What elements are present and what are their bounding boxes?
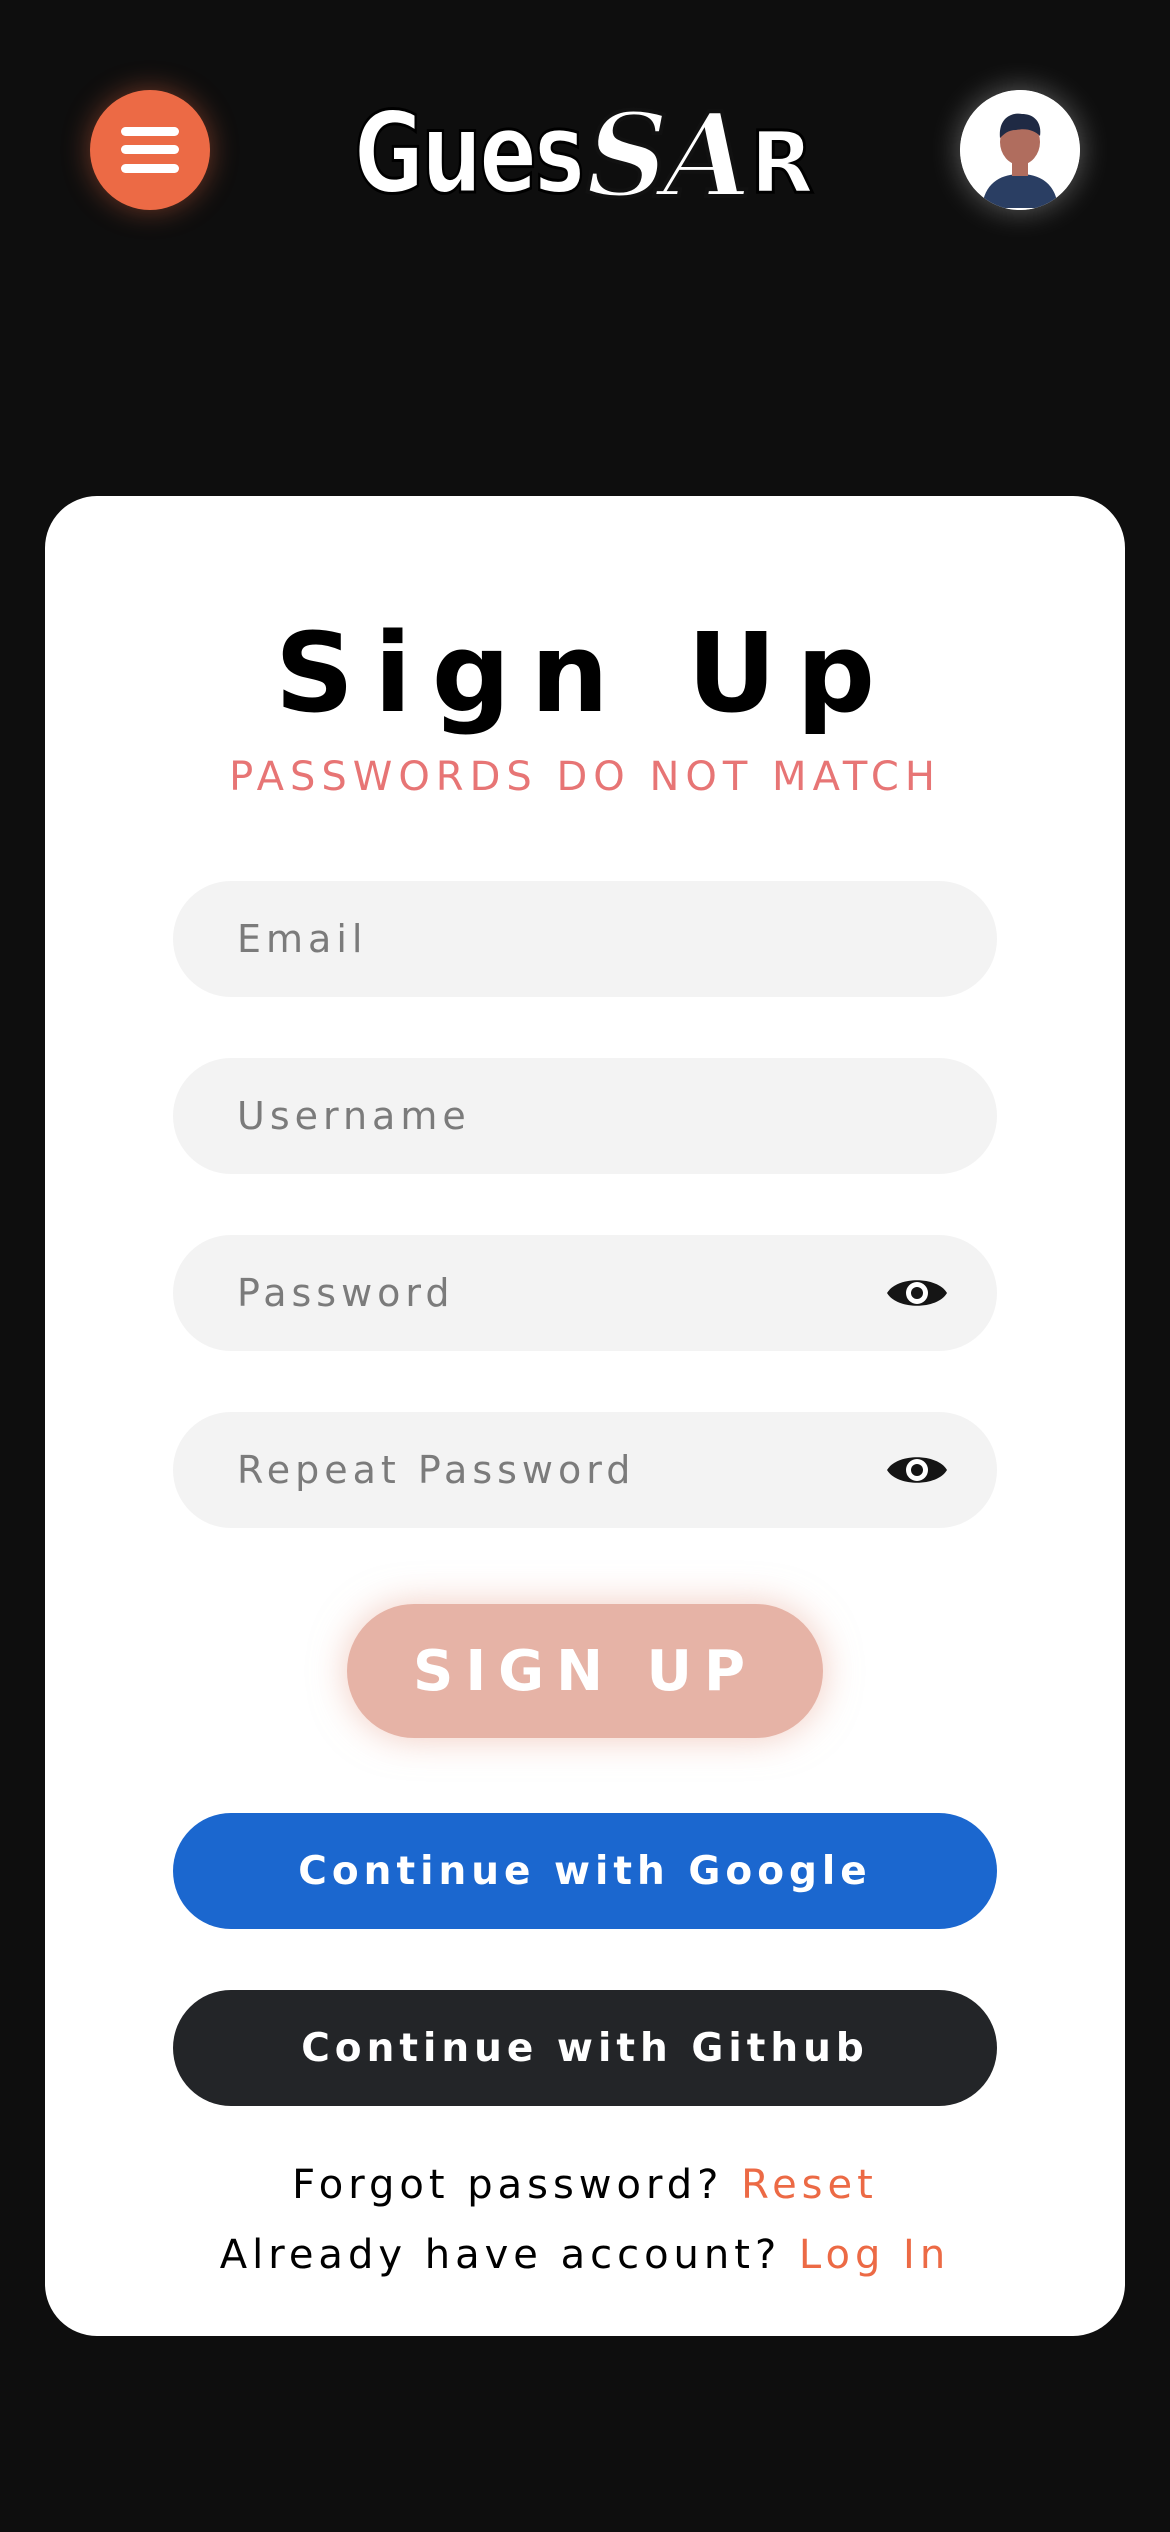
svg-text:Gues: Gues	[354, 92, 582, 210]
continue-with-google-button[interactable]: Continue with Google	[173, 1813, 997, 1929]
repeat-password-field-container	[173, 1412, 997, 1528]
signup-page: Gues SA R Sign Up PASSWORDS DO NOT MATCH	[0, 0, 1170, 2532]
forgot-password-text: Forgot password?	[292, 2162, 724, 2208]
username-field-container	[173, 1058, 997, 1174]
user-avatar-icon	[960, 90, 1080, 210]
menu-button[interactable]	[90, 90, 210, 210]
profile-avatar-button[interactable]	[960, 90, 1080, 210]
eye-icon[interactable]	[885, 1270, 949, 1316]
svg-text:SA: SA	[586, 92, 747, 210]
password-field-container	[173, 1235, 997, 1351]
forgot-password-line: Forgot password? Reset	[0, 2160, 1170, 2210]
error-message: PASSWORDS DO NOT MATCH	[229, 754, 941, 800]
hamburger-menu-icon	[121, 127, 179, 173]
have-account-text: Already have account?	[219, 2232, 782, 2278]
password-field[interactable]	[173, 1235, 997, 1351]
reset-link[interactable]: Reset	[741, 2162, 878, 2208]
email-field[interactable]	[173, 881, 997, 997]
email-field-container	[173, 881, 997, 997]
login-line: Already have account? Log In	[0, 2230, 1170, 2280]
sign-up-button[interactable]: SIGN UP	[347, 1604, 823, 1738]
continue-with-github-button[interactable]: Continue with Github	[173, 1990, 997, 2106]
repeat-password-field[interactable]	[173, 1412, 997, 1528]
logo-wordmark: Gues SA R	[353, 86, 816, 226]
page-title: Sign Up	[274, 609, 896, 737]
svg-text:R: R	[750, 113, 814, 210]
app-logo[interactable]: Gues SA R	[350, 86, 820, 226]
username-field[interactable]	[173, 1058, 997, 1174]
eye-icon[interactable]	[885, 1447, 949, 1493]
login-link[interactable]: Log In	[799, 2232, 950, 2278]
